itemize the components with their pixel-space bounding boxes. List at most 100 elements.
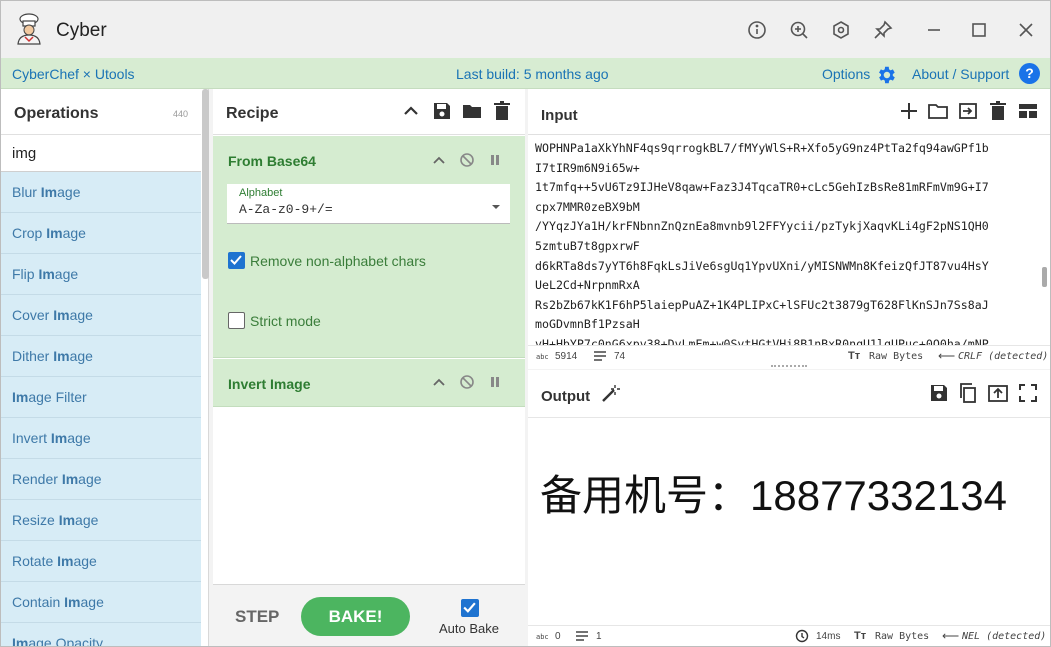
input-line: moGDvmnBf1PzsaH — [535, 317, 640, 332]
strict-mode-checkbox[interactable] — [228, 312, 245, 329]
save-icon[interactable] — [928, 382, 950, 404]
input-textarea[interactable]: WOPHNPa1aXkYhNF4qs9qrrogkBL7/fMYyWlS+R+X… — [535, 139, 1035, 345]
help-icon[interactable]: ? — [1019, 63, 1040, 84]
operation-name: Resize — [12, 512, 59, 528]
operation-item[interactable]: Cover Image — [1, 295, 201, 336]
settings-hex-icon[interactable] — [830, 19, 852, 41]
operation-match: Im — [12, 389, 29, 405]
auto-bake-checkbox[interactable] — [461, 599, 479, 617]
disable-icon[interactable] — [459, 152, 475, 168]
text-format-icon[interactable]: Tт — [848, 350, 860, 362]
chars-icon: abc — [536, 633, 549, 641]
open-folder-icon[interactable] — [927, 100, 949, 122]
add-tab-icon[interactable] — [898, 100, 920, 122]
pane-resize-handle[interactable] — [771, 365, 807, 369]
output-text[interactable]: 备用机号：18877332134 — [540, 462, 1007, 523]
layout-icon[interactable] — [1017, 100, 1039, 122]
open-file-icon[interactable] — [957, 100, 979, 122]
operation-item[interactable]: Render Image — [1, 459, 201, 500]
input-line: /YYqzJYa1H/krFNbnnZnQznEa8mvnb9l2FFYycii… — [535, 219, 989, 234]
operation-item[interactable]: Image Filter — [1, 377, 201, 418]
input-line: UeL2Cd+NrpnmRxA — [535, 278, 640, 293]
operation-match: Im — [61, 471, 79, 487]
input-eol[interactable]: CRLF (detected) — [958, 351, 1048, 362]
input-scrollbar[interactable] — [1042, 267, 1047, 287]
operation-item[interactable]: Flip Image — [1, 254, 201, 295]
about-support-link[interactable]: About / Support — [912, 66, 1009, 82]
trash-icon[interactable] — [987, 100, 1009, 122]
copy-icon[interactable] — [957, 382, 979, 404]
replace-input-icon[interactable] — [987, 382, 1009, 404]
dropdown-arrow-icon[interactable] — [491, 198, 501, 216]
operation-match: Im — [46, 225, 63, 241]
clock-icon — [795, 629, 809, 646]
bake-button[interactable]: BAKE! — [301, 597, 410, 636]
input-line: vH+HbYP7c0nG6xpv38+DvLmEm+w0SvtHGtVHi8B1… — [535, 336, 989, 345]
output-eol[interactable]: NEL (detected) — [962, 631, 1046, 642]
zoom-in-icon[interactable] — [788, 19, 810, 41]
operations-title: Operations — [14, 105, 99, 122]
operation-name: Rotate — [12, 553, 58, 569]
gear-icon[interactable] — [875, 64, 897, 91]
lines-icon — [576, 630, 588, 644]
operation-item[interactable]: Resize Image — [1, 500, 201, 541]
operation-name: Contain — [12, 594, 65, 610]
operations-scrollbar[interactable] — [202, 89, 209, 279]
input-status-bar: abc 5914 74 Tт Raw Bytes ⟵ CRLF (detecte… — [528, 345, 1050, 367]
operation-item[interactable]: Blur Image — [1, 172, 201, 213]
remove-non-alphabet-checkbox[interactable] — [228, 252, 245, 269]
output-raw-bytes[interactable]: Raw Bytes — [875, 631, 929, 642]
eol-arrow-icon[interactable]: ⟵ — [942, 629, 959, 643]
save-icon[interactable] — [431, 100, 453, 122]
input-raw-bytes[interactable]: Raw Bytes — [869, 351, 923, 362]
close-icon[interactable] — [1015, 19, 1037, 41]
text-format-icon[interactable]: Tт — [854, 630, 866, 642]
operation-name: age — [73, 553, 97, 569]
operation-item[interactable]: Dither Image — [1, 336, 201, 377]
alphabet-value: A-Za-z0-9+/= — [239, 202, 333, 217]
info-icon[interactable] — [746, 19, 768, 41]
alphabet-label: Alphabet — [239, 187, 283, 199]
operations-search-input[interactable] — [1, 135, 201, 172]
chevron-up-icon[interactable] — [400, 100, 422, 122]
recipe-footer: STEP BAKE! Auto Bake — [213, 584, 525, 646]
alphabet-select[interactable]: Alphabet A-Za-z0-9+/= — [227, 184, 510, 224]
maximise-output-icon[interactable] — [1017, 382, 1039, 404]
operation-name: age — [78, 471, 102, 487]
magic-wand-icon[interactable] — [599, 383, 621, 405]
operation-name: Flip — [12, 266, 39, 282]
chevron-up-icon[interactable] — [431, 374, 447, 390]
operation-name: Cover — [12, 307, 54, 323]
bake-time: 14ms — [816, 631, 841, 642]
operation-match: Im — [53, 307, 70, 323]
options-link[interactable]: Options — [822, 66, 870, 82]
minimize-icon[interactable] — [923, 19, 945, 41]
operation-item[interactable]: Contain Image — [1, 582, 201, 623]
trash-icon[interactable] — [491, 100, 513, 122]
operation-name: age — [62, 225, 86, 241]
input-line: WOPHNPa1aXkYhNF4qs9qrrogkBL7/fMYyWlS+R+X… — [535, 141, 989, 155]
step-button[interactable]: STEP — [235, 607, 279, 627]
disable-icon[interactable] — [459, 374, 475, 390]
eol-arrow-icon[interactable]: ⟵ — [938, 349, 955, 363]
recipe-title: Recipe — [226, 105, 279, 122]
operation-name: age — [69, 348, 93, 364]
maximize-icon[interactable] — [968, 19, 990, 41]
pin-icon[interactable] — [872, 19, 894, 41]
pause-icon[interactable] — [487, 374, 503, 390]
recipe-op-invert-image: Invert Image — [213, 359, 525, 407]
pause-icon[interactable] — [487, 152, 503, 168]
operation-item[interactable]: Image Opacity — [1, 623, 201, 646]
app-name-link[interactable]: CyberChef × Utools — [12, 66, 135, 82]
operation-item[interactable]: Crop Image — [1, 213, 201, 254]
operation-item[interactable]: Invert Image — [1, 418, 201, 459]
operation-item[interactable]: Rotate Image — [1, 541, 201, 582]
operation-name: age Filter — [28, 389, 87, 405]
operation-name: Invert — [12, 430, 51, 446]
chevron-up-icon[interactable] — [431, 152, 447, 168]
operation-name: age — [67, 430, 91, 446]
operation-match: Im — [53, 348, 70, 364]
folder-icon[interactable] — [461, 100, 483, 122]
strict-mode-label: Strict mode — [250, 313, 321, 329]
operations-panel: Operations 440 Blur ImageCrop ImageFlip … — [1, 89, 209, 646]
